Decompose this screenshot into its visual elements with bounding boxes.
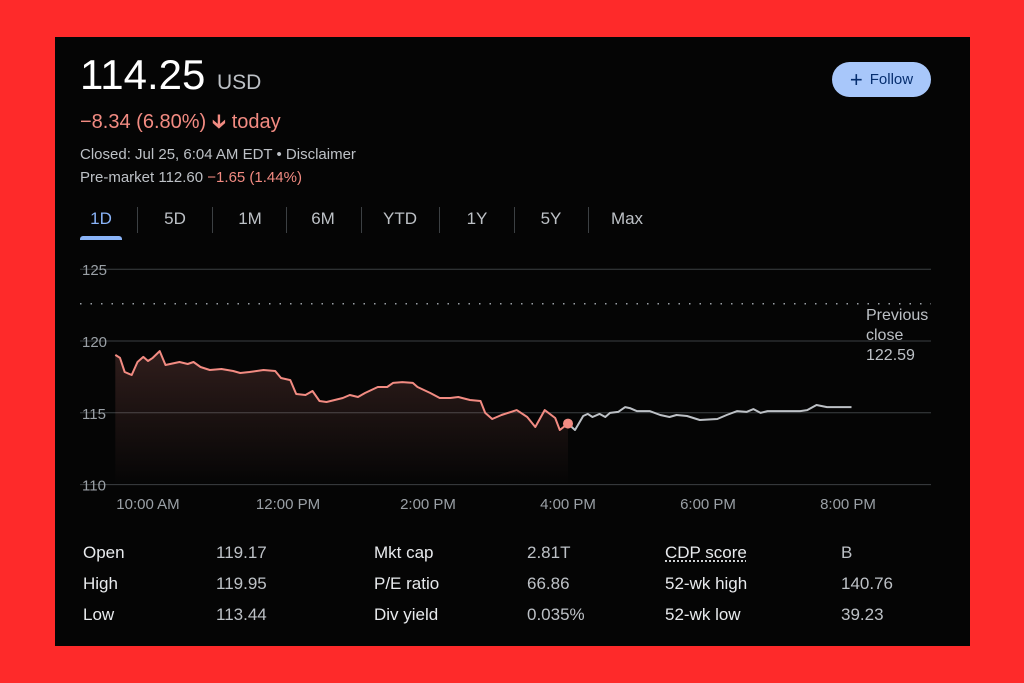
stats-col-2: Mkt cap 2.81T P/E ratio 66.86 Div yield 0.0… (374, 543, 585, 636)
price-area-fill (115, 351, 569, 485)
x-tick-label: 8:00 PM (820, 496, 876, 513)
stat-value: 140.76 (841, 574, 893, 593)
after-hours-price-line (567, 404, 852, 431)
stat-value: B (841, 543, 853, 562)
stats-col-3: CDP score B 52-wk high 140.76 52-wk low 39.… (665, 543, 893, 636)
x-tick-label: 4:00 PM (540, 496, 596, 513)
stat-value: 39.23 (841, 605, 884, 624)
y-tick-label: 125 (82, 262, 107, 279)
y-tick-label: 115 (82, 406, 106, 423)
stat-value: 66.86 (527, 574, 570, 593)
stat-label: 52-wk high (665, 574, 748, 593)
stat-label: Div yield (374, 605, 439, 624)
stat-value: 0.035% (527, 605, 585, 624)
stat-label: Mkt cap (374, 543, 434, 562)
stat-label: 52-wk low (665, 605, 741, 624)
cdp-score-link[interactable]: CDP score (665, 543, 747, 562)
x-tick-label: 10:00 AM (116, 496, 179, 513)
stat-label: P/E ratio (374, 574, 440, 593)
close-marker (563, 418, 573, 429)
y-tick-label: 120 (82, 334, 107, 351)
previous-close-label: Previous (866, 307, 928, 324)
previous-close-value: 122.59 (866, 347, 915, 364)
stat-value: 119.95 (216, 574, 267, 593)
stock-quote-card: 114.25 USD −8.34 (6.80%) 🡳 today Closed:… (55, 37, 970, 646)
stat-value: 119.17 (216, 543, 267, 562)
stat-label: Low (83, 605, 115, 624)
y-tick-label: 110 (82, 478, 106, 495)
x-tick-label: 6:00 PM (680, 496, 736, 513)
x-tick-label: 12:00 PM (256, 496, 320, 513)
price-chart[interactable]: 110 115 120 125 10:00 AM 12:00 PM 2:00 PM 4:00 … (55, 37, 970, 646)
stat-label: High (83, 574, 118, 593)
stats-col-1: Open 119.17 High 119.95 Low 113.44 (83, 543, 267, 636)
stat-value: 113.44 (216, 605, 267, 624)
x-tick-label: 2:00 PM (400, 496, 456, 513)
stat-value: 2.81T (527, 543, 571, 562)
previous-close-label: close (866, 327, 903, 344)
stat-label: Open (83, 543, 125, 562)
